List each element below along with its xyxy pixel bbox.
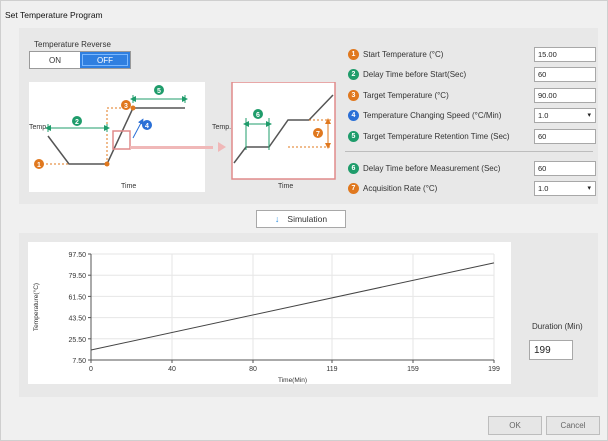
zoom-y-label: Temp. <box>212 124 231 131</box>
svg-text:3: 3 <box>124 103 128 110</box>
start-temperature-input[interactable]: 15.00 <box>534 47 596 62</box>
duration-label: Duration (Min) <box>532 322 583 331</box>
zoom-x-label: Time <box>278 183 293 190</box>
param-row-start-temperature: 1 Start Temperature (°C) 15.00 <box>345 47 596 63</box>
diagram-y-label: Temp. <box>29 124 48 131</box>
toggle-off-option[interactable]: OFF <box>80 52 130 68</box>
acquisition-rate-select[interactable]: 1.0 ▾ <box>534 181 596 196</box>
acquisition-rate-value: 1.0 <box>538 184 549 193</box>
chart-y-tick-label: 25.50 <box>68 337 86 344</box>
param-row-retention-time: 5 Target Temperature Retention Time (Sec… <box>345 129 596 145</box>
chart-y-tick-label: 79.50 <box>68 273 86 280</box>
acquisition-rate-label: Acquisition Rate (°C) <box>363 184 438 193</box>
delay-measurement-input[interactable]: 60 <box>534 161 596 176</box>
target-temperature-label: Target Temperature (°C) <box>363 91 449 100</box>
delay-start-label: Delay Time before Start(Sec) <box>363 70 467 79</box>
delay-measurement-label: Delay Time before Measurement (Sec) <box>363 164 501 173</box>
arrow-down-icon: ↓ <box>274 214 280 224</box>
retention-time-label: Target Temperature Retention Time (Sec) <box>363 132 510 141</box>
param-badge-7-icon: 7 <box>348 183 359 194</box>
param-badge-6-icon: 6 <box>348 163 359 174</box>
temperature-reverse-label: Temperature Reverse <box>34 40 111 49</box>
changing-speed-label: Temperature Changing Speed (°C/Min) <box>363 111 502 120</box>
param-badge-5-icon: 5 <box>348 131 359 142</box>
param-badge-4-icon: 4 <box>348 110 359 121</box>
start-temperature-label: Start Temperature (°C) <box>363 50 444 59</box>
simulation-button[interactable]: ↓ Simulation <box>256 210 346 228</box>
changing-speed-select[interactable]: 1.0 ▾ <box>534 108 596 123</box>
chart-x-tick-label: 119 <box>326 366 337 373</box>
param-row-delay-start: 2 Delay Time before Start(Sec) 60 <box>345 67 596 83</box>
duration-value: 199 <box>529 340 573 360</box>
zoom-detail-diagram: Temp. Time 6 7 <box>212 81 337 192</box>
delay-start-input[interactable]: 60 <box>534 67 596 82</box>
param-row-delay-measurement: 6 Delay Time before Measurement (Sec) 60 <box>345 161 596 177</box>
chevron-down-icon: ▾ <box>587 112 591 119</box>
chart-y-tick-label: 43.50 <box>68 316 86 323</box>
chart-y-tick-label: 61.50 <box>68 294 86 301</box>
chart-x-tick-label: 199 <box>488 366 500 373</box>
retention-time-input[interactable]: 60 <box>534 129 596 144</box>
simulation-button-label: Simulation <box>287 214 328 224</box>
zoom-diagram-svg: Temp. Time 6 7 <box>212 81 336 190</box>
cancel-button[interactable]: Cancel <box>546 416 600 435</box>
param-badge-2-icon: 2 <box>348 69 359 80</box>
toggle-on-option[interactable]: ON <box>30 52 80 68</box>
temperature-profile-diagram: Temp. Time 1 2 3 4 5 <box>29 82 205 192</box>
param-row-target-temperature: 3 Target Temperature (°C) 90.00 <box>345 88 596 104</box>
svg-text:5: 5 <box>157 88 161 95</box>
profile-diagram-svg: Temp. Time 1 2 3 4 5 <box>29 85 205 190</box>
ok-button[interactable]: OK <box>488 416 542 435</box>
svg-text:7: 7 <box>316 131 320 138</box>
diagram-x-label: Time <box>121 183 136 190</box>
chart-x-tick-label: 0 <box>89 366 93 373</box>
chart-x-label: Time(Min) <box>278 377 307 384</box>
chart-series-line <box>90 262 495 351</box>
param-badge-1-icon: 1 <box>348 49 359 60</box>
chart-svg: 97.50 79.50 61.50 43.50 25.50 7.500 40 80 119 159… <box>32 252 500 384</box>
svg-text:2: 2 <box>75 119 79 126</box>
chart-y-tick-label: 97.50 <box>68 252 86 259</box>
svg-text:1: 1 <box>37 162 41 169</box>
target-temperature-input[interactable]: 90.00 <box>534 88 596 103</box>
chart-x-tick-label: 40 <box>168 366 176 373</box>
chart-y-label: Temperature(°C) <box>32 283 40 331</box>
chart-x-tick-label: 80 <box>249 366 257 373</box>
param-badge-3-icon: 3 <box>348 90 359 101</box>
param-row-changing-speed: 4 Temperature Changing Speed (°C/Min) 1.… <box>345 108 596 124</box>
svg-text:4: 4 <box>145 123 149 130</box>
temperature-simulation-chart: 97.50 79.50 61.50 43.50 25.50 7.50 0 40 80 119 159… <box>28 242 511 384</box>
parameter-divider <box>345 151 593 152</box>
temperature-reverse-toggle[interactable]: ON OFF <box>29 51 131 69</box>
chevron-down-icon: ▾ <box>587 185 591 192</box>
param-row-acquisition-rate: 7 Acquisition Rate (°C) 1.0 ▾ <box>345 181 596 197</box>
svg-text:6: 6 <box>256 112 260 119</box>
window-title: Set Temperature Program <box>5 10 103 20</box>
chart-x-tick-label: 159 <box>407 366 419 373</box>
chart-y-tick-label: 7.50 <box>72 358 86 365</box>
changing-speed-value: 1.0 <box>538 111 549 120</box>
